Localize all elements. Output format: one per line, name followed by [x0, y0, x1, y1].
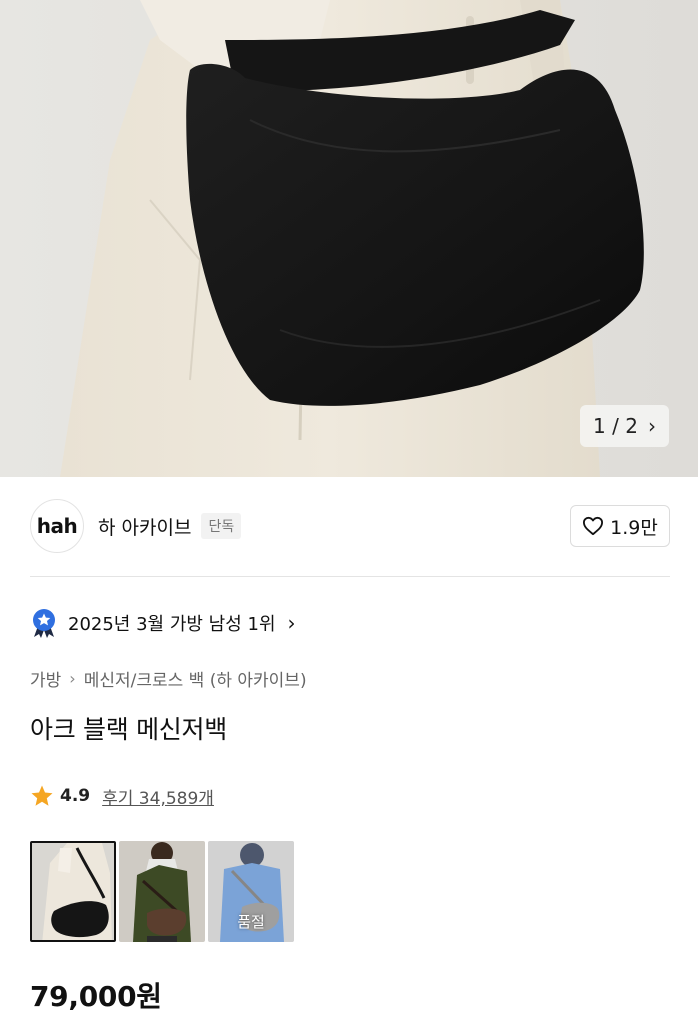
ranking-badge-icon	[33, 609, 55, 638]
ranking-link[interactable]: 2025년 3월 가방 남성 1위 ›	[30, 606, 296, 640]
chevron-right-icon: ›	[287, 611, 296, 635]
chevron-right-icon[interactable]: ›	[648, 416, 656, 436]
ranking-text: 2025년 3월 가방 남성 1위	[68, 614, 276, 635]
color-option-gray[interactable]: 품절	[208, 841, 294, 942]
rating-value: 4.9	[60, 786, 91, 806]
brand-logo[interactable]: hah	[30, 499, 84, 553]
product-title: 아크 블랙 메신저백	[30, 715, 227, 744]
brand-name[interactable]: 하 아카이브	[98, 513, 191, 540]
like-count: 1.9만	[610, 516, 658, 539]
thumbnail-image	[119, 841, 205, 942]
reviews-link[interactable]: 후기 34,589개	[102, 784, 214, 809]
thumbnail-image	[32, 843, 114, 940]
pager-text: 1 / 2	[593, 414, 638, 438]
like-button[interactable]: 1.9만	[570, 505, 670, 547]
star-icon	[31, 785, 53, 806]
color-option-black[interactable]	[30, 841, 116, 942]
exclusive-badge: 단독	[201, 513, 242, 539]
product-price: 79,000원	[30, 980, 162, 1013]
sold-out-label: 품절	[237, 913, 265, 931]
brand-row: hah 하 아카이브 단독 1.9만	[30, 496, 670, 556]
breadcrumb: 가방 › 메신저/크로스 백 (하 아카이브)	[30, 664, 307, 692]
breadcrumb-subcategory[interactable]: 메신저/크로스 백 (하 아카이브)	[84, 666, 307, 691]
color-option-brown[interactable]	[119, 841, 205, 942]
heart-icon	[583, 516, 604, 536]
rating-row: 4.9 후기 34,589개	[30, 781, 214, 811]
image-pager[interactable]: 1 / 2 ›	[580, 405, 669, 447]
product-image-carousel[interactable]: 1 / 2 ›	[0, 0, 698, 477]
chevron-right-icon: ›	[69, 668, 76, 688]
breadcrumb-category[interactable]: 가방	[30, 666, 61, 691]
color-options: 품절	[30, 841, 294, 942]
divider	[30, 576, 670, 577]
